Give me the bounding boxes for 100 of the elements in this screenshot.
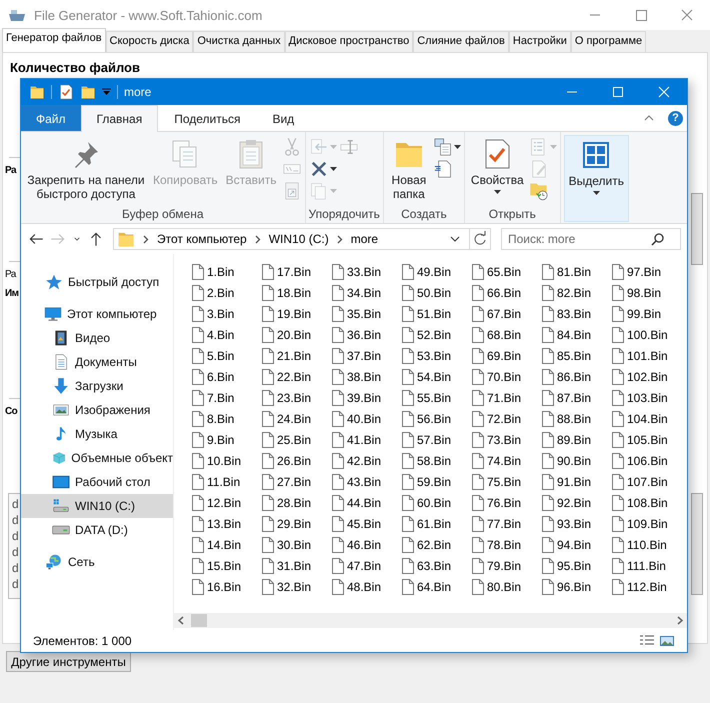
- ribbon-tab[interactable]: Главная: [80, 105, 158, 132]
- file-item[interactable]: 1.Bin: [192, 261, 262, 282]
- file-item[interactable]: 2.Bin: [192, 282, 262, 303]
- file-item[interactable]: 18.Bin: [262, 282, 332, 303]
- file-item[interactable]: 32.Bin: [262, 576, 332, 597]
- file-item[interactable]: 48.Bin: [332, 576, 402, 597]
- file-item[interactable]: 22.Bin: [262, 366, 332, 387]
- file-item[interactable]: 91.Bin: [542, 471, 612, 492]
- file-item[interactable]: 34.Bin: [332, 282, 402, 303]
- checkmark-document-icon[interactable]: [58, 84, 74, 100]
- breadcrumb[interactable]: Этот компьютер: [157, 232, 247, 246]
- breadcrumb[interactable]: more: [350, 232, 378, 246]
- file-item[interactable]: 40.Bin: [332, 408, 402, 429]
- file-item[interactable]: 67.Bin: [472, 303, 542, 324]
- file-item[interactable]: 99.Bin: [612, 303, 682, 324]
- file-item[interactable]: 111.Bin: [612, 555, 682, 576]
- file-item[interactable]: 93.Bin: [542, 513, 612, 534]
- ribbon-button[interactable]: Закрепить на панели быстрого доступа: [24, 135, 148, 206]
- thumbnail-view-icon[interactable]: [659, 634, 675, 648]
- chevron-right-icon[interactable]: [254, 234, 261, 244]
- file-item[interactable]: 82.Bin: [542, 282, 612, 303]
- file-item[interactable]: 88.Bin: [542, 408, 612, 429]
- list-item[interactable]: d: [9, 545, 20, 561]
- file-item[interactable]: 24.Bin: [262, 408, 332, 429]
- file-item[interactable]: 38.Bin: [332, 366, 402, 387]
- file-item[interactable]: 73.Bin: [472, 429, 542, 450]
- file-item[interactable]: 84.Bin: [542, 324, 612, 345]
- file-item[interactable]: 112.Bin: [612, 576, 682, 597]
- tab[interactable]: Генератор файлов: [2, 28, 106, 52]
- folder-icon[interactable]: [29, 84, 45, 100]
- file-item[interactable]: 53.Bin: [402, 345, 472, 366]
- file-item[interactable]: 4.Bin: [192, 324, 262, 345]
- file-item[interactable]: 70.Bin: [472, 366, 542, 387]
- file-item[interactable]: 43.Bin: [332, 471, 402, 492]
- file-item[interactable]: 23.Bin: [262, 387, 332, 408]
- file-item[interactable]: 109.Bin: [612, 513, 682, 534]
- file-item[interactable]: 86.Bin: [542, 366, 612, 387]
- tab[interactable]: Настройки: [508, 31, 571, 52]
- file-item[interactable]: 57.Bin: [402, 429, 472, 450]
- nav-item[interactable]: DATA (D:): [21, 518, 173, 542]
- list-item[interactable]: d: [9, 497, 20, 513]
- file-item[interactable]: 17.Bin: [262, 261, 332, 282]
- help-button[interactable]: ?: [668, 110, 683, 126]
- list-item[interactable]: d: [9, 561, 20, 577]
- file-item[interactable]: 11.Bin: [192, 471, 262, 492]
- file-item[interactable]: 63.Bin: [402, 555, 472, 576]
- file-item[interactable]: 108.Bin: [612, 492, 682, 513]
- folder-icon[interactable]: [80, 84, 96, 100]
- file-item[interactable]: 97.Bin: [612, 261, 682, 282]
- file-item[interactable]: 106.Bin: [612, 450, 682, 471]
- file-item[interactable]: 7.Bin: [192, 387, 262, 408]
- nav-item[interactable]: WIN10 (C:): [21, 494, 173, 518]
- file-item[interactable]: 100.Bin: [612, 324, 682, 345]
- history-icon[interactable]: [528, 181, 549, 201]
- file-item[interactable]: 13.Bin: [192, 513, 262, 534]
- list-item[interactable]: d: [9, 529, 20, 545]
- file-item[interactable]: 45.Bin: [332, 513, 402, 534]
- tab[interactable]: О программе: [570, 31, 646, 52]
- file-item[interactable]: 92.Bin: [542, 492, 612, 513]
- ribbon-tab[interactable]: Поделиться: [158, 105, 256, 131]
- file-item[interactable]: 6.Bin: [192, 366, 262, 387]
- ribbon-button[interactable]: Новая папка: [386, 135, 431, 206]
- file-item[interactable]: 89.Bin: [542, 429, 612, 450]
- file-item[interactable]: 81.Bin: [542, 261, 612, 282]
- file-item[interactable]: 83.Bin: [542, 303, 612, 324]
- file-item[interactable]: 51.Bin: [402, 303, 472, 324]
- file-item[interactable]: 31.Bin: [262, 555, 332, 576]
- nav-item[interactable]: Объемные объект: [21, 446, 173, 470]
- file-item[interactable]: 79.Bin: [472, 555, 542, 576]
- file-item[interactable]: 15.Bin: [192, 555, 262, 576]
- file-item[interactable]: 69.Bin: [472, 345, 542, 366]
- file-item[interactable]: 37.Bin: [332, 345, 402, 366]
- file-item[interactable]: 50.Bin: [402, 282, 472, 303]
- file-item[interactable]: 30.Bin: [262, 534, 332, 555]
- file-item[interactable]: 105.Bin: [612, 429, 682, 450]
- file-item[interactable]: 77.Bin: [472, 513, 542, 534]
- nav-item[interactable]: Изображения: [21, 398, 173, 422]
- nav-item[interactable]: Этот компьютер: [21, 302, 173, 326]
- file-item[interactable]: 12.Bin: [192, 492, 262, 513]
- ribbon-tab[interactable]: Вид: [256, 105, 310, 131]
- file-item[interactable]: 16.Bin: [192, 576, 262, 597]
- ribbon-button[interactable]: Выделить: [564, 135, 629, 222]
- scrollbar[interactable]: [691, 493, 703, 595]
- file-item[interactable]: 35.Bin: [332, 303, 402, 324]
- file-item[interactable]: 76.Bin: [472, 492, 542, 513]
- file-item[interactable]: 19.Bin: [262, 303, 332, 324]
- file-item[interactable]: 61.Bin: [402, 513, 472, 534]
- nav-item[interactable]: Сеть: [21, 550, 173, 574]
- file-item[interactable]: 42.Bin: [332, 450, 402, 471]
- new-item-icon[interactable]: [432, 137, 453, 157]
- file-item[interactable]: 46.Bin: [332, 534, 402, 555]
- file-item[interactable]: 27.Bin: [262, 471, 332, 492]
- file-item[interactable]: 72.Bin: [472, 408, 542, 429]
- tab[interactable]: Очистка данных: [193, 31, 285, 52]
- file-item[interactable]: 85.Bin: [542, 345, 612, 366]
- file-menu-tab[interactable]: Файл: [21, 105, 81, 131]
- file-item[interactable]: 10.Bin: [192, 450, 262, 471]
- file-item[interactable]: 52.Bin: [402, 324, 472, 345]
- file-item[interactable]: 78.Bin: [472, 534, 542, 555]
- tab[interactable]: Скорость диска: [106, 31, 194, 52]
